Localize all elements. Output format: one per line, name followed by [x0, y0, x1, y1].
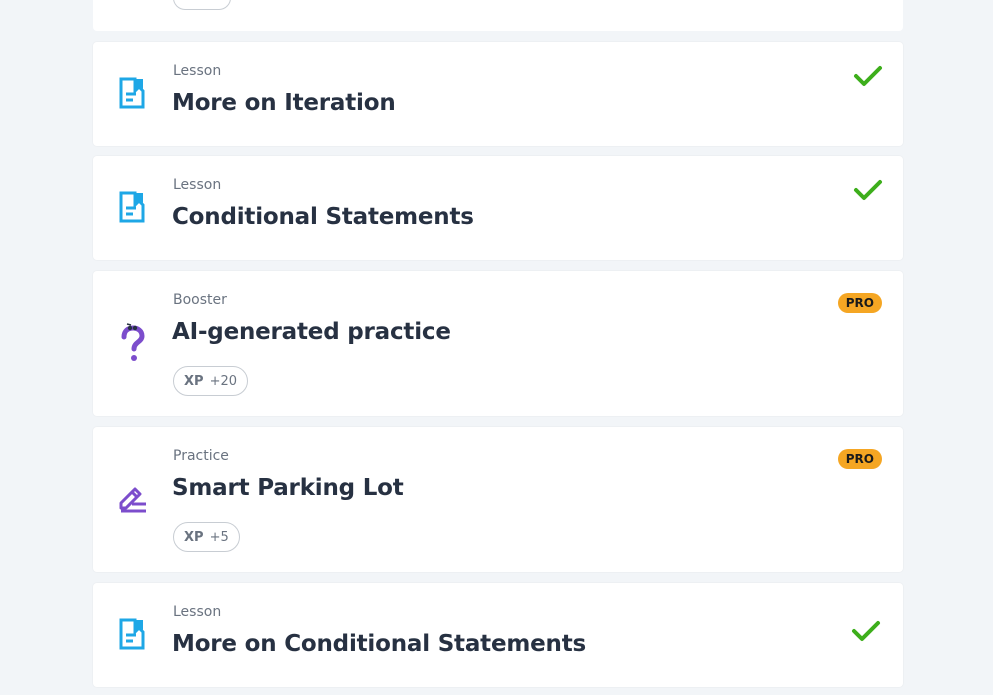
item-title: More on Iteration [172, 90, 396, 116]
xp-value: +5 [209, 529, 229, 545]
xp-pill-partial [173, 0, 231, 10]
check-icon [851, 619, 881, 643]
pro-badge: PRO [837, 293, 882, 313]
item-type: Lesson [173, 177, 222, 193]
xp-pill: XP +5 [173, 522, 240, 552]
check-icon [853, 178, 883, 202]
item-title: AI-generated practice [172, 319, 451, 345]
list-item[interactable]: Lesson More on Conditional Statements [93, 583, 903, 687]
lesson-doc-icon [113, 74, 153, 114]
pencil-edit-icon [113, 479, 153, 519]
pro-badge: PRO [837, 449, 882, 469]
check-icon [853, 64, 883, 88]
xp-label: XP [184, 373, 204, 389]
list-item[interactable]: Booster AI-generated practice XP +20 PRO [93, 271, 903, 416]
list-item-partial[interactable] [93, 0, 903, 31]
item-type: Lesson [173, 63, 222, 79]
item-type: Booster [173, 292, 227, 308]
lesson-doc-icon [113, 615, 153, 655]
list-item[interactable]: Lesson More on Iteration [93, 42, 903, 146]
item-type: Lesson [173, 604, 222, 620]
list-item[interactable]: Lesson Conditional Statements [93, 156, 903, 260]
item-type: Practice [173, 448, 229, 464]
list-item[interactable]: Practice Smart Parking Lot XP +5 PRO [93, 427, 903, 572]
item-title: More on Conditional Statements [172, 631, 586, 657]
item-title: Conditional Statements [172, 204, 474, 230]
lesson-doc-icon [113, 188, 153, 228]
xp-value: +20 [209, 373, 237, 389]
xp-label: XP [184, 529, 204, 545]
item-title: Smart Parking Lot [172, 475, 404, 501]
question-mark-icon [113, 323, 153, 363]
xp-pill: XP +20 [173, 366, 248, 396]
